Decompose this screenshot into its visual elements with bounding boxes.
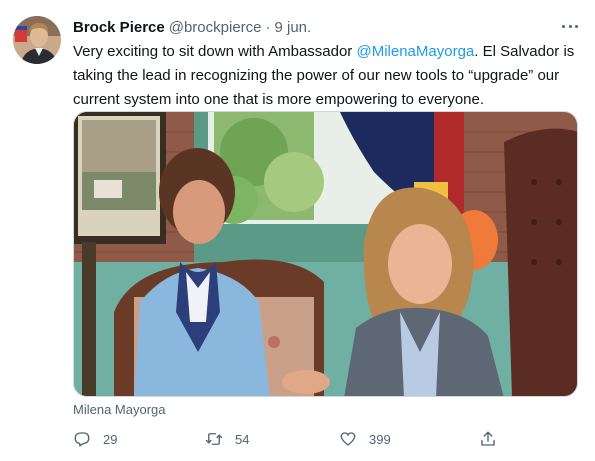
reply-button[interactable]: 29 — [73, 428, 117, 450]
photo-image — [74, 112, 577, 396]
photo-caption[interactable]: Milena Mayorga — [73, 402, 166, 417]
reply-count: 29 — [103, 431, 118, 447]
share-icon — [481, 431, 495, 446]
mention-link[interactable]: @MilenaMayorga — [356, 43, 474, 60]
like-button[interactable]: 399 — [339, 428, 391, 450]
tweet-text: Very exciting to sit down with Ambassado… — [73, 40, 578, 112]
share-button[interactable] — [479, 428, 509, 450]
retweet-count: 54 — [235, 431, 250, 447]
tweet-text-part1: Very exciting to sit down with Ambassado… — [73, 43, 357, 60]
more-horizontal-icon — [562, 24, 565, 28]
retweet-button[interactable]: 54 — [205, 428, 249, 450]
tweet[interactable]: Brock Pierce @brockpierce · 9 jun. Very … — [0, 0, 595, 461]
more-options-button[interactable] — [560, 18, 580, 34]
like-count: 399 — [369, 431, 391, 447]
heart-icon — [340, 432, 356, 446]
retweet-icon — [205, 433, 223, 445]
author-handle[interactable]: @brockpierce — [169, 19, 262, 36]
tweet-photo[interactable] — [73, 111, 578, 397]
header-separator: · — [265, 18, 271, 36]
avatar-image — [13, 16, 61, 64]
avatar[interactable] — [13, 16, 61, 64]
reply-icon — [74, 432, 90, 447]
tweet-actions: 29 54 399 — [73, 428, 503, 450]
tweet-date[interactable]: 9 jun. — [275, 19, 312, 36]
tweet-header: Brock Pierce @brockpierce · 9 jun. — [73, 17, 311, 37]
author-name[interactable]: Brock Pierce — [73, 19, 165, 36]
